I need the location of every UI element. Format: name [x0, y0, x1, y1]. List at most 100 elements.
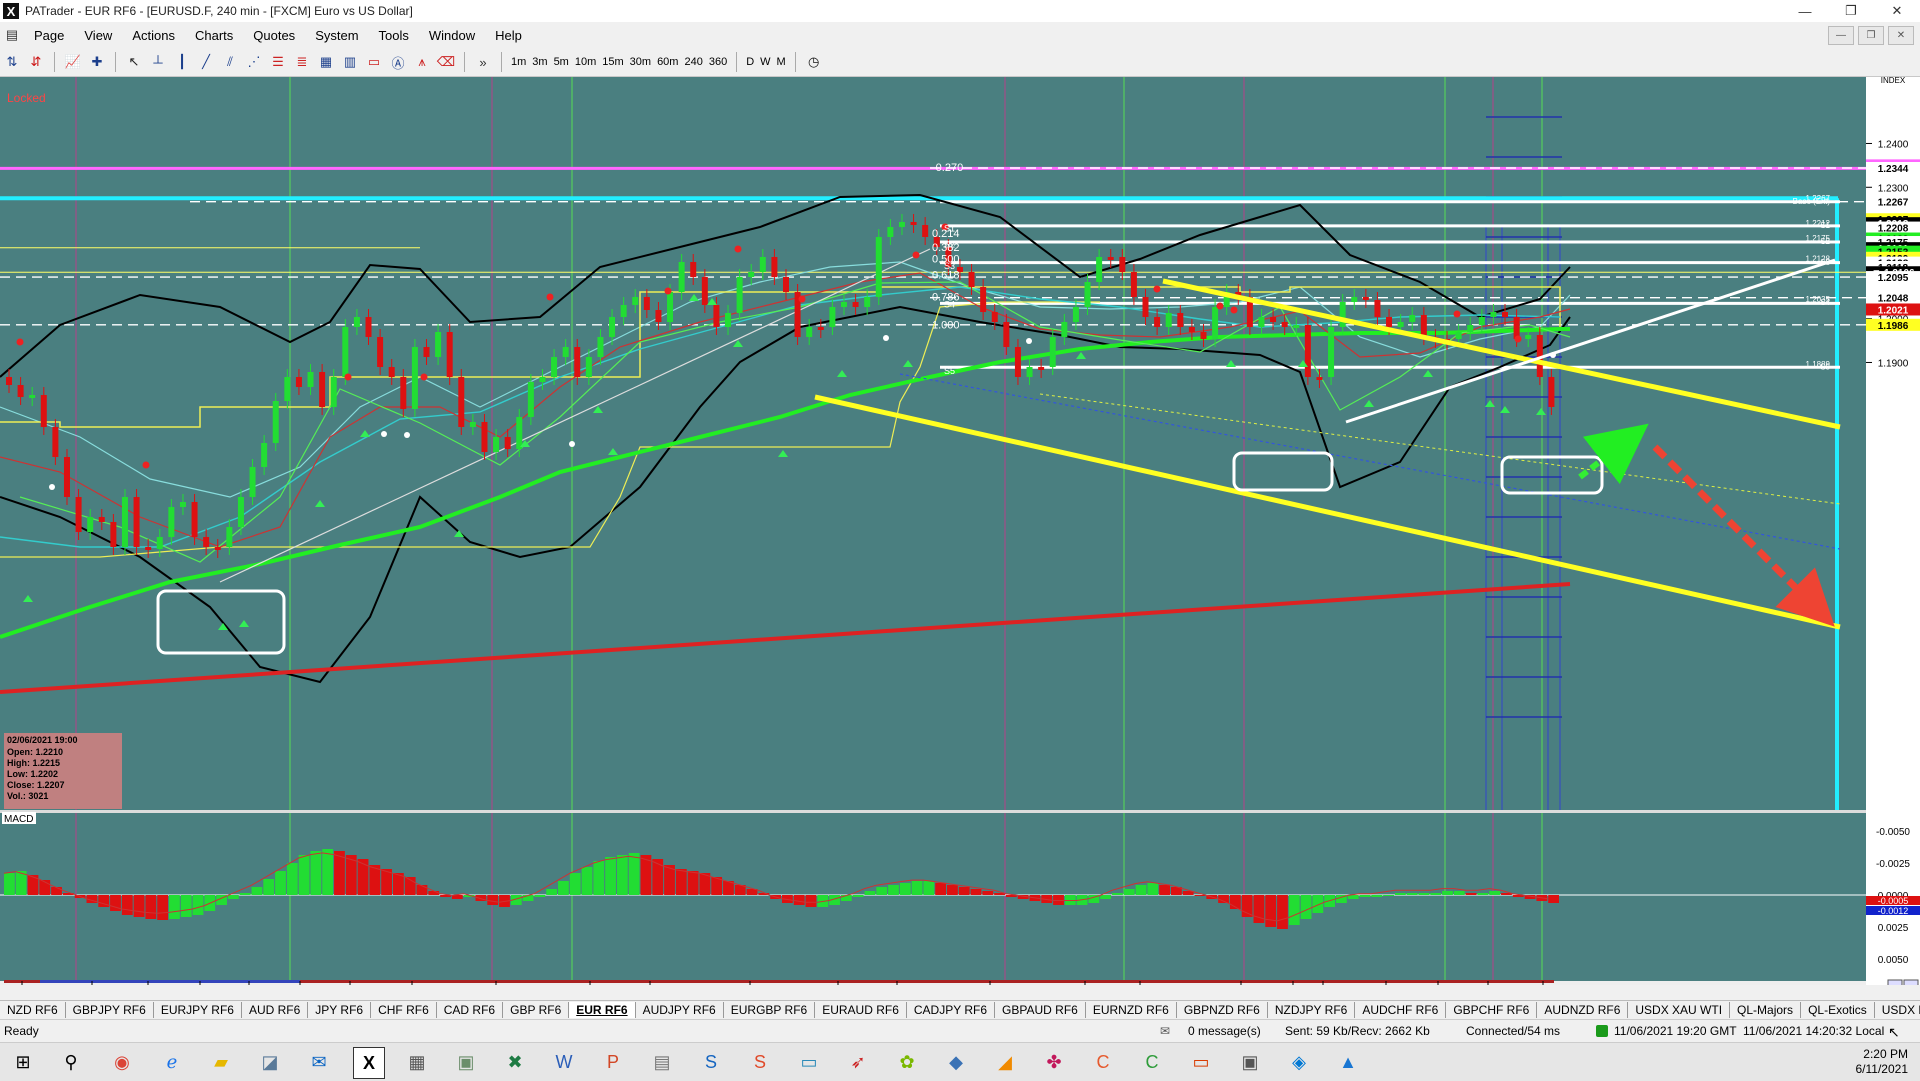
sell-icon[interactable]: ⇵	[26, 52, 46, 72]
tf-15m[interactable]: 15m	[599, 52, 626, 72]
mdi-minimize-button[interactable]: —	[1828, 26, 1854, 45]
buy-icon[interactable]: ⇅	[2, 52, 22, 72]
menu-help[interactable]: Help	[485, 28, 532, 43]
symbol-tab[interactable]: NZDJPY RF6	[1268, 1002, 1356, 1018]
symbol-tab[interactable]: CADJPY RF6	[907, 1002, 996, 1018]
text-icon[interactable]: Ⓐ	[388, 52, 408, 72]
restore-button[interactable]: ❐	[1828, 0, 1874, 22]
message-icon[interactable]: ✉	[1160, 1024, 1170, 1038]
mdi-restore-button[interactable]: ❐	[1858, 26, 1884, 45]
symbol-tab[interactable]: QL-Majors	[1730, 1002, 1802, 1018]
symbol-tab[interactable]: CAD RF6	[437, 1002, 504, 1018]
edge-icon[interactable]: ℯ	[157, 1047, 187, 1077]
chart-icon[interactable]: 📈	[63, 52, 83, 72]
app-icon-14[interactable]: ▣	[1235, 1047, 1265, 1077]
app-icon-11[interactable]: C	[1088, 1047, 1118, 1077]
excel-icon[interactable]: ✖	[500, 1047, 530, 1077]
app-icon-13[interactable]: ▭	[1186, 1047, 1216, 1077]
menu-quotes[interactable]: Quotes	[243, 28, 305, 43]
clock-icon[interactable]: ◷	[804, 52, 824, 72]
menu-system[interactable]: System	[305, 28, 368, 43]
period-weekly[interactable]: W	[757, 52, 773, 72]
menu-actions[interactable]: Actions	[122, 28, 185, 43]
tf-360[interactable]: 360	[706, 52, 730, 72]
patrader-app-icon[interactable]: X	[3, 3, 19, 19]
crosshair-icon[interactable]: ✚	[87, 52, 107, 72]
trendline-icon[interactable]: ╱	[196, 52, 216, 72]
symbol-tab[interactable]: GBPCHF RF6	[1446, 1002, 1538, 1018]
symbol-tab[interactable]: NZD RF6	[0, 1002, 66, 1018]
symbol-tab[interactable]: GBP RF6	[503, 1002, 570, 1018]
calculator-icon[interactable]: ▦	[402, 1047, 432, 1077]
app-icon-12[interactable]: C	[1137, 1047, 1167, 1077]
menu-page[interactable]: Page	[24, 28, 74, 43]
period-monthly[interactable]: M	[774, 52, 789, 72]
app-icon-4[interactable]: S	[696, 1047, 726, 1077]
vline-icon[interactable]: ┃	[172, 52, 192, 72]
tf-5m[interactable]: 5m	[551, 52, 572, 72]
app-icon-7[interactable]: ➶	[843, 1047, 873, 1077]
symbol-tab[interactable]: EURJPY RF6	[154, 1002, 242, 1018]
slack-icon[interactable]: ✤	[1039, 1047, 1069, 1077]
file-explorer-icon[interactable]: ▰	[206, 1047, 236, 1077]
close-button[interactable]: ✕	[1874, 0, 1920, 22]
tf-10m[interactable]: 10m	[572, 52, 599, 72]
mdi-close-button[interactable]: ✕	[1888, 26, 1914, 45]
tf-1m[interactable]: 1m	[508, 52, 529, 72]
patrader-taskbar-icon[interactable]: X	[353, 1047, 385, 1079]
chrome-icon[interactable]: ◉	[107, 1047, 137, 1077]
symbol-tab[interactable]: QL-Exotics	[1801, 1002, 1875, 1018]
hline-icon[interactable]: ┴	[148, 52, 168, 72]
fan-icon[interactable]: ⋰	[244, 52, 264, 72]
more-tools-icon[interactable]: »	[473, 52, 493, 72]
help-cursor-icon[interactable]: ↖	[1888, 1024, 1900, 1041]
photos-icon[interactable]: ▲	[1333, 1047, 1363, 1077]
tf-60m[interactable]: 60m	[654, 52, 681, 72]
outlook-icon[interactable]: ✉	[304, 1047, 334, 1077]
fib-ext-icon[interactable]: ≣	[292, 52, 312, 72]
menu-tools[interactable]: Tools	[369, 28, 419, 43]
gann-icon[interactable]: ▦	[316, 52, 336, 72]
symbol-tab[interactable]: AUDNZD RF6	[1537, 1002, 1629, 1018]
symbol-tab[interactable]: GBPAUD RF6	[995, 1002, 1086, 1018]
chart-canvas[interactable]: -0.2700.2140.3820.5000.6180.7861.000S1S2…	[0, 77, 1920, 985]
windows-start-icon[interactable]: ⊞	[8, 1047, 38, 1077]
app-icon-5[interactable]: S	[745, 1047, 775, 1077]
symbol-tab[interactable]: AUD RF6	[242, 1002, 309, 1018]
page-icon[interactable]: ▤	[2, 25, 22, 45]
tf-3m[interactable]: 3m	[529, 52, 550, 72]
symbol-tab[interactable]: EURGBP RF6	[724, 1002, 816, 1018]
chart-window[interactable]: -0.270 0.214 0.382 0.500 0.618 0.786 1.000 S1 S2…	[0, 77, 1920, 985]
tf-30m[interactable]: 30m	[627, 52, 654, 72]
period-daily[interactable]: D	[743, 52, 757, 72]
pointer-icon[interactable]: ↖	[124, 52, 144, 72]
word-icon[interactable]: W	[549, 1047, 579, 1077]
app-icon-15[interactable]: ◈	[1284, 1047, 1314, 1077]
symbol-tab[interactable]: JPY RF6	[308, 1002, 372, 1018]
tf-240[interactable]: 240	[681, 52, 705, 72]
symbol-tab[interactable]: GBPJPY RF6	[66, 1002, 154, 1018]
symbol-tab[interactable]: AUDCHF RF6	[1355, 1002, 1447, 1018]
search-icon[interactable]: ⚲	[56, 1047, 86, 1077]
rectangle-icon[interactable]: ▭	[364, 52, 384, 72]
symbol-tab[interactable]: USDX RF6	[1875, 1002, 1920, 1018]
app-icon-10[interactable]: ◢	[990, 1047, 1020, 1077]
powerpoint-icon[interactable]: P	[598, 1047, 628, 1077]
symbol-tab[interactable]: EUR RF6	[569, 1002, 636, 1018]
symbol-tab[interactable]: EURAUD RF6	[815, 1002, 907, 1018]
delete-drawing-icon[interactable]: ⌫	[436, 52, 456, 72]
menu-window[interactable]: Window	[419, 28, 485, 43]
channel-icon[interactable]: ⫽	[220, 52, 240, 72]
taskbar-clock[interactable]: 2:20 PM 6/11/2021	[1856, 1047, 1909, 1077]
cycles-icon[interactable]: ▥	[340, 52, 360, 72]
fibonacci-icon[interactable]: ☰	[268, 52, 288, 72]
symbol-tab[interactable]: EURNZD RF6	[1086, 1002, 1177, 1018]
symbol-tab[interactable]: USDX XAU WTI	[1628, 1002, 1731, 1018]
symbol-tab[interactable]: AUDJPY RF6	[636, 1002, 724, 1018]
app-icon-3[interactable]: ▤	[647, 1047, 677, 1077]
app-icon-9[interactable]: ◆	[941, 1047, 971, 1077]
app-icon-6[interactable]: ▭	[794, 1047, 824, 1077]
symbol-tab[interactable]: GBPNZD RF6	[1177, 1002, 1268, 1018]
pitchfork-icon[interactable]: ⩚	[412, 52, 432, 72]
app-icon-1[interactable]: ◪	[255, 1047, 285, 1077]
